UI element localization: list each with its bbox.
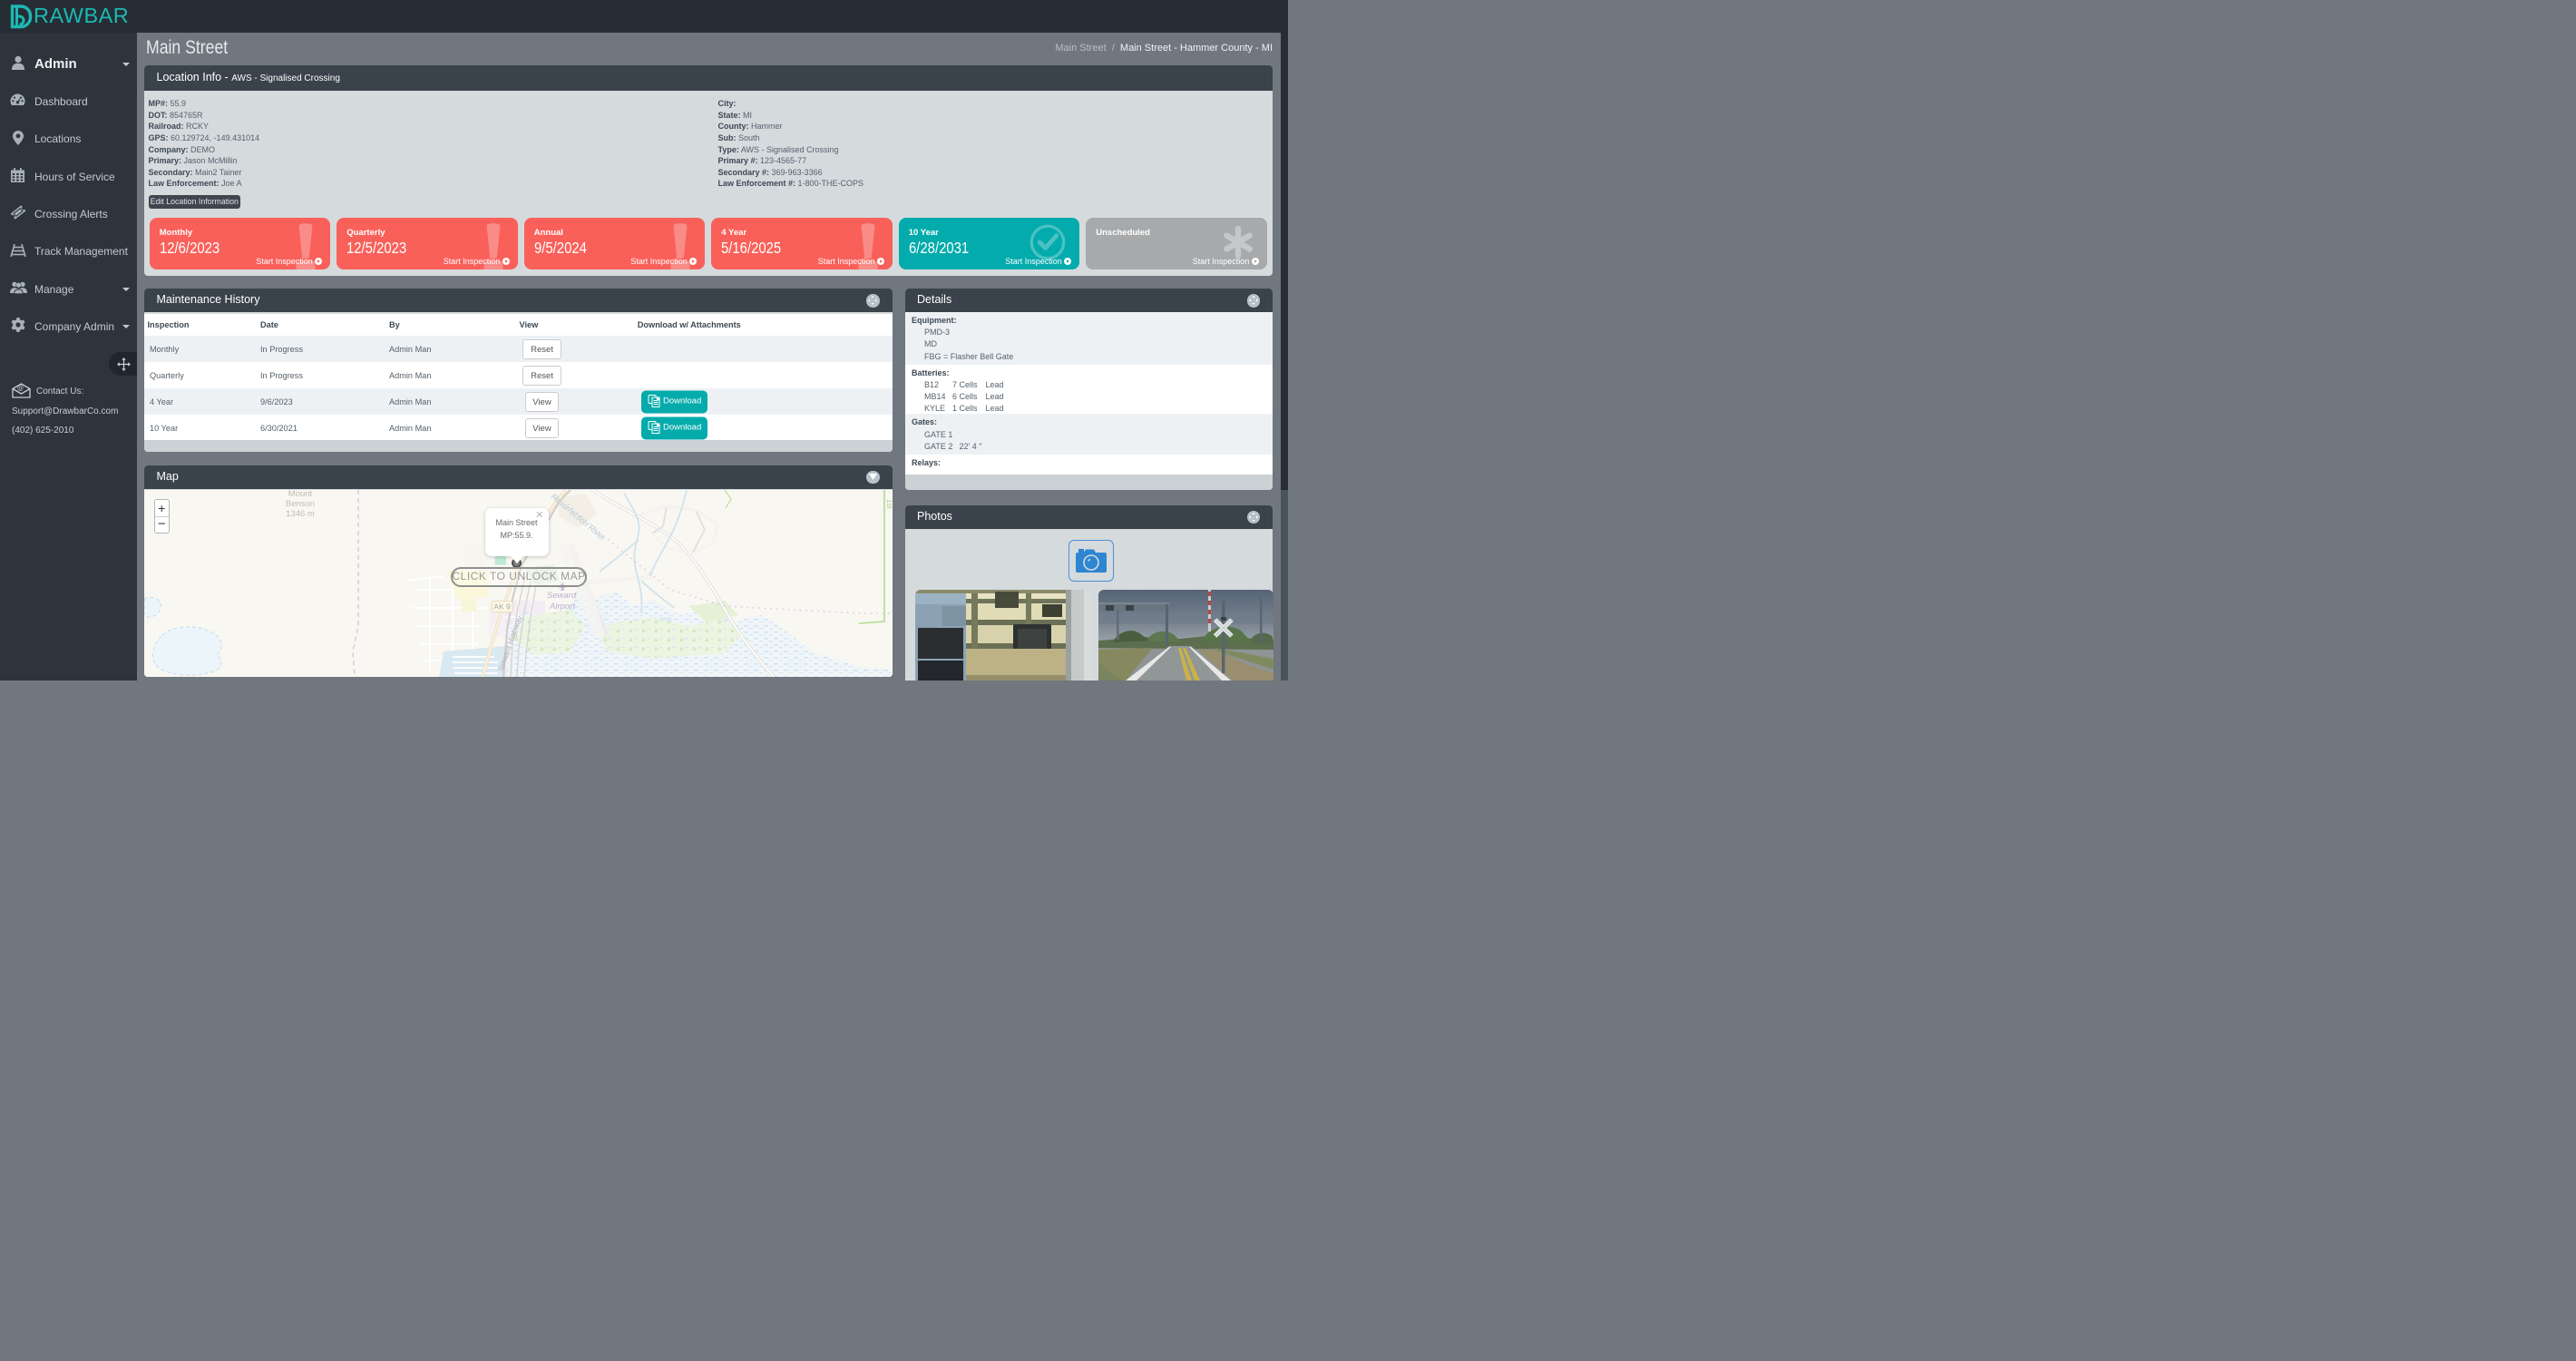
svg-text:@: @ [17,386,24,392]
